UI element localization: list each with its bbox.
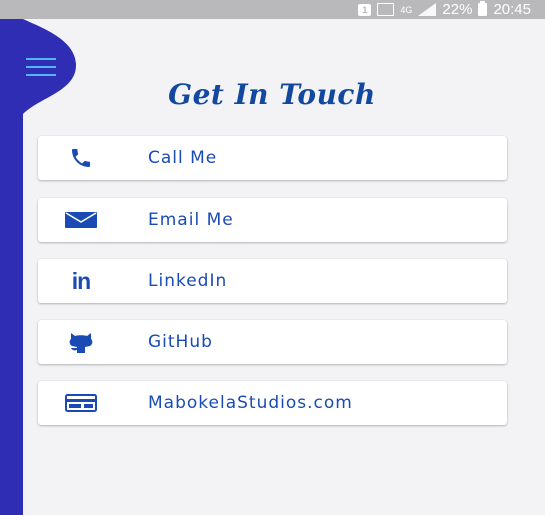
network-type-icon: 4G: [400, 4, 413, 15]
hamburger-menu-icon: [26, 58, 56, 60]
notification-icon: 1: [358, 3, 372, 16]
page-title: Get In Touch: [168, 78, 376, 111]
website-button[interactable]: MabokelaStudios.com: [38, 381, 507, 425]
cast-icon: [377, 3, 395, 16]
linkedin-button[interactable]: in LinkedIn: [38, 259, 507, 303]
menu-button[interactable]: [26, 58, 58, 76]
linkedin-icon: in: [71, 267, 91, 294]
github-button[interactable]: GitHub: [38, 320, 507, 364]
email-icon: [64, 208, 98, 232]
signal-icon: [418, 3, 437, 16]
battery-percent: 22%: [442, 1, 473, 18]
website-icon: [64, 391, 98, 415]
battery-icon: [478, 1, 488, 16]
github-label: GitHub: [148, 332, 213, 352]
phone-icon: [64, 146, 98, 170]
email-me-label: Email Me: [148, 210, 234, 230]
call-me-button[interactable]: Call Me: [38, 136, 507, 180]
call-me-label: Call Me: [148, 148, 218, 168]
clock: 20:45: [493, 1, 531, 18]
status-bar: 1 4G 22% 20:45: [0, 0, 545, 19]
github-icon: [64, 330, 98, 354]
website-label: MabokelaStudios.com: [148, 393, 353, 413]
email-me-button[interactable]: Email Me: [38, 198, 507, 242]
linkedin-label: LinkedIn: [148, 271, 228, 291]
